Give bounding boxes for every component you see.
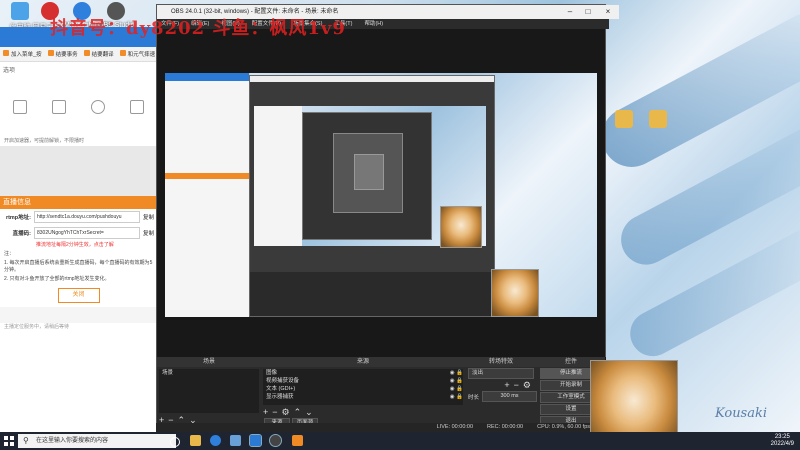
- notice-text: 开启加速器，可提前解锁，不限播时: [4, 138, 85, 144]
- feature-icon[interactable]: [51, 100, 66, 114]
- bookmark-item[interactable]: 加入菜单_按: [3, 50, 42, 58]
- computer-icon: [11, 2, 29, 20]
- copy-button[interactable]: 复制: [143, 213, 154, 221]
- stream-key-label: 直播码:: [12, 231, 31, 237]
- add-icon[interactable]: +: [502, 380, 511, 390]
- desktop-folder[interactable]: [606, 110, 642, 130]
- gear-icon[interactable]: ⚙: [280, 407, 292, 417]
- down-icon[interactable]: ⌄: [303, 407, 315, 417]
- bookmark-item[interactable]: 和元气摔速: [119, 50, 155, 58]
- footer-text: 主播定位服务中，请稍后等待: [4, 324, 70, 330]
- nested-obs-window: [249, 75, 495, 317]
- panel-title: 直播信息: [0, 196, 157, 209]
- watermark-nested: [205, 73, 405, 85]
- edge-icon[interactable]: [210, 435, 221, 446]
- visibility-icon[interactable]: ◉ 🔒: [450, 385, 463, 393]
- clock-date: 2022/4/9: [770, 441, 794, 447]
- scenes-header: 场景: [157, 357, 261, 367]
- webcam-overlay: [440, 206, 482, 248]
- taskbar: ⚲ 在这里输入你要搜索的内容 23:25 2022/4/9: [0, 432, 800, 450]
- vscode-icon[interactable]: [230, 435, 241, 446]
- spacer: [0, 146, 157, 196]
- nested-browser: [165, 73, 250, 317]
- stream-watermark: 抖音号：dy8202 斗鱼：枫风1v9: [50, 18, 346, 39]
- source-item[interactable]: 图像 ◉ 🔒: [263, 369, 463, 377]
- visibility-icon[interactable]: ◉ 🔒: [450, 369, 463, 377]
- search-placeholder: 在这里输入你要搜索的内容: [36, 438, 109, 444]
- transition-select[interactable]: 淡出: [468, 368, 534, 379]
- scene-item[interactable]: 场景: [159, 369, 259, 377]
- section-title: 选项: [3, 68, 16, 74]
- duration-field[interactable]: 300 ms: [482, 391, 537, 402]
- maximize-icon[interactable]: □: [581, 5, 595, 19]
- folder-icon: [615, 110, 633, 128]
- task-view-icon[interactable]: [170, 437, 180, 447]
- close-icon[interactable]: ×: [601, 5, 615, 19]
- clock-time: 23:25: [774, 434, 790, 440]
- desktop-signature: Kousaki: [715, 406, 768, 421]
- bookmark-item[interactable]: 结要事务: [47, 50, 78, 58]
- duration-label: 时长: [468, 394, 480, 401]
- desktop-folder[interactable]: [640, 110, 676, 130]
- copy-button[interactable]: 复制: [143, 229, 154, 237]
- browser-icon[interactable]: [249, 434, 262, 447]
- bookmark-bar: 加入菜单_按 结要事务 结要翻译 和元气摔速: [0, 47, 157, 62]
- remove-icon[interactable]: −: [270, 407, 279, 417]
- remove-icon[interactable]: −: [512, 380, 521, 390]
- rtmp-field[interactable]: http://sendtc1a.douyu.com/pushdouyu: [34, 211, 140, 223]
- rtmp-label: rtmp地址:: [5, 215, 31, 221]
- warning-text[interactable]: 推流地址每隔2分钟生效，点击了解: [0, 241, 157, 250]
- note-item: 1. 每次开启直播后系统会重新生成直播码，每个直播码的有效期为5分钟。: [4, 260, 153, 273]
- icon-row: [0, 77, 157, 137]
- feature-icon[interactable]: [12, 100, 27, 114]
- browser-window: 加入菜单_按 结要事务 结要翻译 和元气摔速 选项 开启加速器，可提前解锁，不限…: [0, 27, 157, 439]
- source-item[interactable]: 视频捕获设备 ◉ 🔒: [263, 377, 463, 385]
- notes-title: 注：: [4, 251, 15, 257]
- note-item: 2. 只有对斗鱼开放了全部的rtmp地址发生变化。: [4, 276, 110, 282]
- up-icon[interactable]: ⌃: [292, 407, 304, 417]
- visibility-icon[interactable]: ◉ 🔒: [450, 393, 463, 401]
- obs-taskbar-icon[interactable]: [269, 434, 282, 447]
- search-icon: ⚲: [23, 436, 29, 445]
- feature-icon[interactable]: [91, 100, 106, 114]
- gear-icon[interactable]: ⚙: [521, 380, 533, 390]
- add-icon[interactable]: +: [261, 407, 270, 417]
- source-item[interactable]: 显示器捕获 ◉ 🔒: [263, 393, 463, 401]
- cpu-status: CPU: 0.9%, 60.00 fps: [537, 424, 590, 430]
- stream-key-field[interactable]: 8302UNgogYhTChTxrSecret=: [34, 227, 140, 239]
- file-explorer-icon[interactable]: [190, 435, 201, 446]
- obs-statusbar: LIVE: 00:00:00 REC: 00:00:00 CPU: 0.9%, …: [156, 423, 604, 432]
- folder-icon: [649, 110, 667, 128]
- start-icon[interactable]: [4, 436, 14, 446]
- system-clock[interactable]: 23:25 2022/4/9: [771, 434, 794, 448]
- minimize-icon[interactable]: –: [563, 5, 577, 19]
- obs-preview[interactable]: [157, 29, 605, 357]
- sources-header: 来源: [261, 357, 465, 367]
- preview-canvas: [165, 73, 597, 317]
- source-item[interactable]: 文本 (GDI+) ◉ 🔒: [263, 385, 463, 393]
- close-button[interactable]: 关闭: [57, 288, 100, 303]
- app-icon[interactable]: [292, 435, 303, 446]
- transitions-header: 转场特效: [465, 357, 537, 367]
- feature-icon[interactable]: [130, 100, 145, 114]
- obs-window: OBS 24.0.1 (32-bit, windows) - 配置文件: 未命名…: [156, 4, 619, 439]
- rec-status: REC: 00:00:00: [487, 424, 524, 430]
- live-status: LIVE: 00:00:00: [436, 424, 474, 430]
- taskbar-search[interactable]: ⚲ 在这里输入你要搜索的内容: [18, 434, 176, 448]
- menu-help[interactable]: 帮助(H): [364, 19, 383, 29]
- bookmark-item[interactable]: 结要翻译: [83, 50, 114, 58]
- webcam-overlay: [491, 269, 539, 317]
- visibility-icon[interactable]: ◉ 🔒: [450, 377, 463, 385]
- source-toolbar: + − ⚙ ⌃ ⌄: [261, 407, 465, 418]
